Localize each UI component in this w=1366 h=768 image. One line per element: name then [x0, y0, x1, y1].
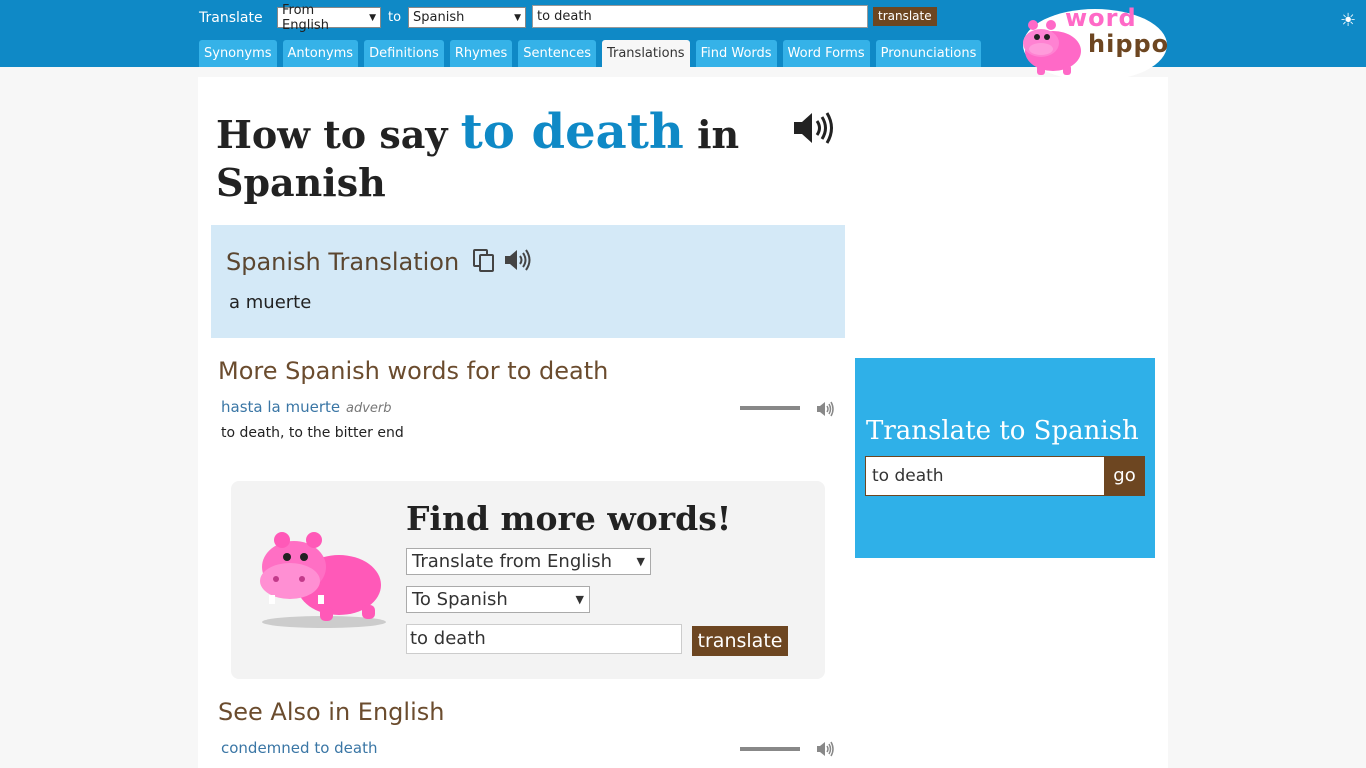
speaker-icon[interactable] — [816, 741, 836, 757]
chevron-down-icon: ▼ — [514, 12, 521, 23]
tab-find-words[interactable]: Find Words — [695, 40, 777, 67]
translate-label: Translate — [199, 10, 263, 26]
translate-widget-title: Translate to Spanish — [866, 416, 1139, 446]
go-button[interactable]: go — [1104, 456, 1145, 496]
tab-synonyms[interactable]: Synonyms — [199, 40, 277, 67]
search-input[interactable]: to death — [532, 5, 868, 28]
translate-button[interactable]: translate — [873, 7, 937, 26]
part-of-speech: adverb — [346, 401, 392, 416]
frequency-bar — [740, 406, 800, 410]
tab-antonyms[interactable]: Antonyms — [282, 40, 359, 67]
find-more-input[interactable]: to death — [406, 624, 682, 654]
translation-box — [211, 225, 845, 338]
copy-icon[interactable] — [473, 249, 495, 273]
hippo-mascot-icon — [260, 532, 386, 628]
translate-widget-input[interactable]: to death — [865, 456, 1105, 496]
tab-rhymes[interactable]: Rhymes — [449, 40, 513, 67]
sun-icon[interactable]: ☀ — [1340, 10, 1356, 31]
find-more-title: Find more words! — [406, 499, 732, 538]
tab-sentences[interactable]: Sentences — [518, 40, 596, 67]
speaker-icon[interactable] — [504, 249, 534, 271]
translate-from-select[interactable]: Translate from English ▼ — [406, 548, 651, 575]
see-also-title: See Also in English — [218, 698, 445, 726]
tab-translations[interactable]: Translations — [601, 40, 690, 67]
translation-text: a muerte — [229, 292, 312, 313]
tab-definitions[interactable]: Definitions — [364, 40, 444, 67]
logo-word-text: word — [1065, 4, 1137, 32]
to-language-select[interactable]: Spanish ▼ — [408, 7, 526, 28]
see-also-link[interactable]: condemned to death — [221, 739, 377, 757]
speaker-icon[interactable] — [792, 110, 836, 146]
chevron-down-icon: ▼ — [636, 555, 645, 568]
to-label: to — [388, 10, 402, 25]
chevron-down-icon: ▼ — [575, 593, 584, 606]
from-language-select[interactable]: From English ▼ — [277, 3, 381, 33]
translation-title: Spanish Translation — [226, 248, 460, 276]
chevron-down-icon: ▼ — [369, 12, 376, 23]
more-words-title: More Spanish words for to death — [218, 357, 609, 385]
logo-hippo-text: hippo — [1088, 30, 1170, 58]
page-title: How to say to death in Spanish — [216, 104, 740, 205]
word-definition: to death, to the bitter end — [221, 425, 404, 441]
word-link[interactable]: hasta la muerte — [221, 398, 340, 416]
tab-word-forms[interactable]: Word Forms — [782, 40, 870, 67]
speaker-icon[interactable] — [816, 401, 836, 417]
translate-to-select[interactable]: To Spanish ▼ — [406, 586, 590, 613]
frequency-bar — [740, 747, 800, 751]
nav-tabs: Synonyms Antonyms Definitions Rhymes Sen… — [199, 40, 987, 67]
tab-pronunciations[interactable]: Pronunciations — [875, 40, 982, 67]
find-more-translate-button[interactable]: translate — [692, 626, 788, 656]
